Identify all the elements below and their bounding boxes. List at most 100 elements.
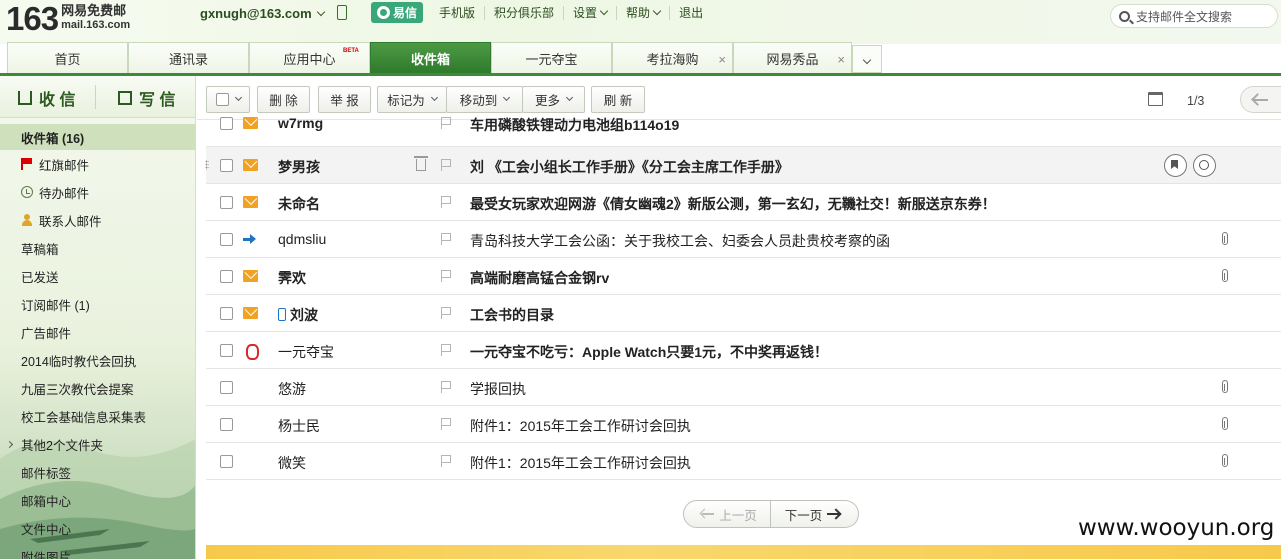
flag-icon[interactable]	[441, 455, 452, 467]
refresh-button[interactable]: 刷 新	[591, 86, 645, 113]
more-tabs-button[interactable]	[852, 45, 882, 73]
sidebar-item-inbox[interactable]: 收件箱 (16)	[0, 124, 195, 150]
reminder-clock-icon[interactable]	[1193, 154, 1216, 177]
tab-kaola[interactable]: 考拉海购 ×	[612, 42, 733, 73]
flag-icon[interactable]	[441, 418, 452, 430]
mail-row[interactable]: 未命名 最受女玩家欢迎网游《倩女幽魂2》新版公测，第一玄幻，无鞿社交！新服送京东…	[206, 184, 1281, 221]
flag-icon[interactable]	[441, 344, 452, 356]
mail-row[interactable]: 梦男孩 刘 《工会小组长工作手册》《分工会主席工作手册》	[205, 147, 1281, 184]
flag-icon[interactable]	[441, 307, 452, 319]
mail-row[interactable]: 刘波 工会书的目录	[206, 295, 1281, 332]
flag-icon[interactable]	[441, 233, 452, 245]
mobile-phone-icon[interactable]	[337, 5, 347, 20]
sidebar-item-mailbox-center[interactable]: 邮箱中心	[0, 487, 195, 513]
trash-icon[interactable]	[414, 156, 428, 171]
bookmark-icon[interactable]	[1164, 154, 1187, 177]
select-all-checkbox[interactable]	[215, 93, 229, 106]
link-logout[interactable]: 退出	[669, 6, 712, 20]
folder-label: 2014临时教代会回执	[21, 354, 137, 369]
watermark: www.wooyun.org	[1074, 515, 1279, 541]
logo-title: 网易免费邮	[61, 3, 127, 18]
sidebar-item-todo[interactable]: 待办邮件	[0, 179, 195, 205]
sidebar-item-flagged[interactable]: 红旗邮件	[0, 151, 195, 177]
chevron-down-icon	[316, 7, 325, 17]
sidebar-item-sent[interactable]: 已发送	[0, 263, 195, 289]
sidebar-item-drafts[interactable]: 草稿箱	[0, 235, 195, 261]
mail-row[interactable]: 霁欢 高端耐磨高锰合金钢rv	[206, 258, 1281, 295]
row-checkbox[interactable]	[220, 159, 233, 172]
flag-icon[interactable]	[441, 117, 452, 129]
row-checkbox[interactable]	[220, 344, 233, 357]
mail-subject: 一元夺宝不吃亏：Apple Watch只要1元，不中奖再返钱！	[470, 344, 829, 360]
drag-handle-icon[interactable]	[205, 160, 209, 170]
sidebar-item-folder-proposals[interactable]: 九届三次教代会提案	[0, 375, 195, 401]
sidebar-item-mail-tags[interactable]: 邮件标签	[0, 459, 195, 485]
back-button[interactable]	[1240, 86, 1281, 113]
sidebar-item-file-center[interactable]: 文件中心	[0, 515, 195, 541]
receive-mail-button[interactable]: 收 信	[18, 86, 75, 110]
folder-label: 九届三次教代会提案	[21, 382, 134, 397]
mail-subject: 学报回执	[470, 381, 526, 397]
close-icon[interactable]: ×	[718, 52, 726, 67]
arrow-left-icon	[702, 513, 715, 515]
row-checkbox[interactable]	[220, 117, 233, 130]
folder-label: 红旗邮件	[39, 158, 90, 173]
sidebar-item-subscriptions[interactable]: 订阅邮件 (1)	[0, 291, 195, 317]
logo[interactable]: 163 网易免费邮 mail.163.com	[6, 1, 130, 37]
link-settings[interactable]: 设置	[563, 6, 616, 20]
row-checkbox[interactable]	[220, 418, 233, 431]
mail-row[interactable]: 一元夺宝 一元夺宝不吃亏：Apple Watch只要1元，不中奖再返钱！	[206, 332, 1281, 369]
account-menu[interactable]: gxnugh@163.com	[200, 6, 325, 21]
close-icon[interactable]: ×	[837, 52, 845, 67]
mail-sender: 霁欢	[278, 270, 306, 286]
mark-as-dropdown[interactable]: 标记为	[377, 86, 447, 113]
sidebar-item-folder-info-collection[interactable]: 校工会基础信息采集表	[0, 403, 195, 429]
tab-home[interactable]: 首页	[7, 42, 128, 73]
mail-row[interactable]: w7rmg 车用磷酸铁锂动力电池组b114o19	[206, 110, 1281, 147]
row-checkbox[interactable]	[220, 233, 233, 246]
sidebar-item-other-folders[interactable]: 其他2个文件夹	[0, 431, 195, 457]
move-to-dropdown[interactable]: 移动到	[446, 86, 523, 113]
flag-icon[interactable]	[441, 196, 452, 208]
tab-yiyuan-duobao[interactable]: 一元夺宝	[491, 42, 612, 73]
mail-row[interactable]: 微笑 附件1：2015年工会工作研讨会回执	[206, 443, 1281, 480]
more-dropdown[interactable]: 更多	[522, 86, 585, 113]
sidebar-item-contacts-mail[interactable]: 联系人邮件	[0, 207, 195, 233]
row-checkbox[interactable]	[220, 196, 233, 209]
row-checkbox[interactable]	[220, 455, 233, 468]
tab-wangyi-xiupin[interactable]: 网易秀品 ×	[733, 42, 852, 73]
select-all-dropdown[interactable]	[206, 86, 250, 113]
compose-button[interactable]: 写 信	[118, 86, 175, 110]
mail-row[interactable]: qdmsliu 青岛科技大学工会公函：关于我校工会、妇委会人员赴贵校考察的函	[206, 221, 1281, 258]
attachment-icon	[1222, 380, 1228, 393]
folder-label: 订阅邮件 (1)	[21, 298, 90, 313]
link-mobile[interactable]: 手机版	[430, 6, 484, 20]
delete-button[interactable]: 删 除	[257, 86, 310, 113]
mail-subject: 附件1：2015年工会工作研讨会回执	[470, 455, 691, 471]
sidebar-item-attachment-images[interactable]: 附件图片	[0, 543, 195, 559]
report-button[interactable]: 举 报	[318, 86, 371, 113]
link-help[interactable]: 帮助	[616, 6, 669, 20]
flag-icon[interactable]	[441, 159, 452, 171]
calendar-icon[interactable]	[1148, 92, 1163, 106]
row-checkbox[interactable]	[220, 307, 233, 320]
row-checkbox[interactable]	[220, 381, 233, 394]
promo-banner[interactable]	[206, 545, 1281, 559]
flag-icon[interactable]	[441, 270, 452, 282]
next-page-button[interactable]: 下一页	[771, 500, 859, 528]
mail-sender: 未命名	[278, 196, 320, 212]
flag-icon[interactable]	[441, 381, 452, 393]
tab-inbox[interactable]: 收件箱	[370, 42, 491, 73]
prev-page-button[interactable]: 上一页	[683, 500, 771, 528]
link-points-club[interactable]: 积分俱乐部	[484, 6, 563, 20]
replied-arrow-icon	[243, 234, 256, 244]
mail-row[interactable]: 杨士民 附件1：2015年工会工作研讨会回执	[206, 406, 1281, 443]
sidebar-item-ads[interactable]: 广告邮件	[0, 319, 195, 345]
yixin-button[interactable]: 易信	[371, 2, 423, 23]
sidebar-item-folder-2014[interactable]: 2014临时教代会回执	[0, 347, 195, 373]
row-checkbox[interactable]	[220, 270, 233, 283]
mail-row[interactable]: 悠游 学报回执	[206, 369, 1281, 406]
tab-contacts[interactable]: 通讯录	[128, 42, 249, 73]
search-input[interactable]: 支持邮件全文搜索	[1110, 4, 1278, 28]
tab-app-center[interactable]: 应用中心 BETA	[249, 42, 370, 73]
